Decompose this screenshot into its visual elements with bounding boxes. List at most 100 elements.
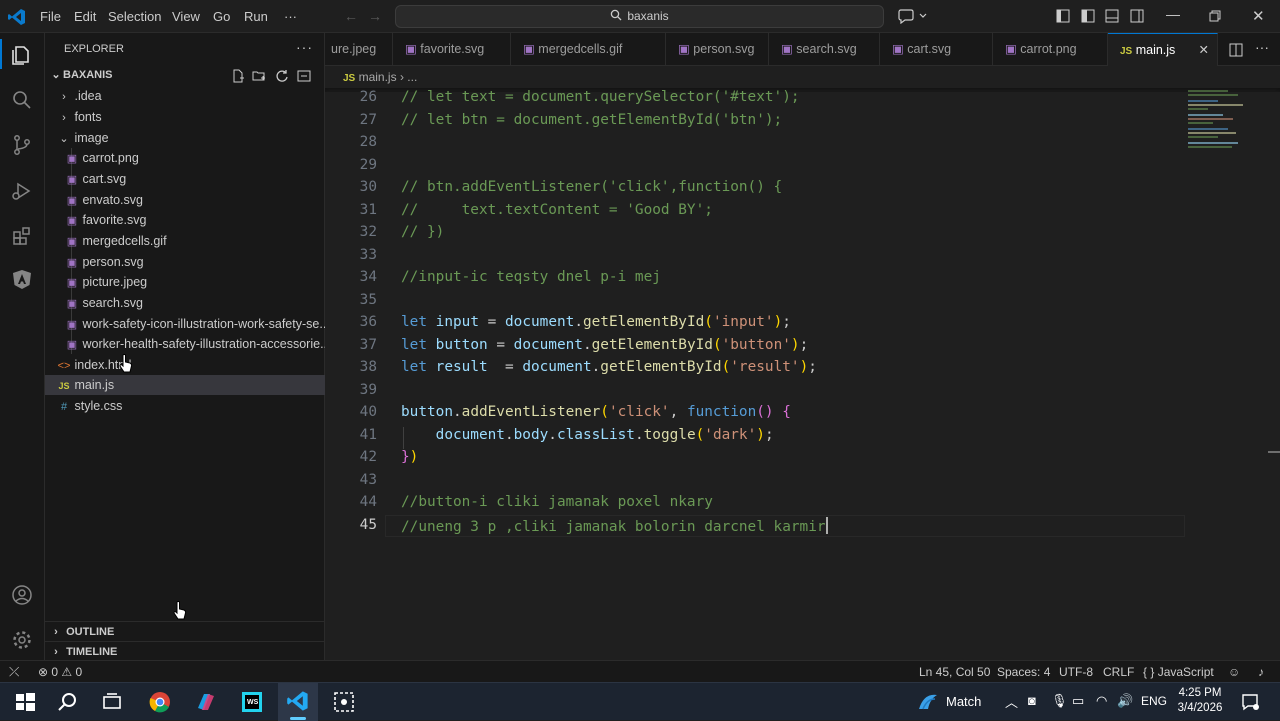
cursor-position[interactable]: Ln 45, Col 50 xyxy=(919,661,990,683)
tab-cart-svg[interactable]: ▣ cart.svg xyxy=(880,33,993,66)
windows-start-icon[interactable] xyxy=(11,688,39,716)
tab-person-svg[interactable]: ▣ person.svg xyxy=(666,33,769,66)
tree-folder-image[interactable]: ⌄ image xyxy=(45,128,325,148)
weather-widget-icon[interactable] xyxy=(916,691,940,713)
collapse-all-icon[interactable] xyxy=(297,69,311,83)
layout-icon[interactable] xyxy=(1056,9,1070,23)
settings-gear-icon[interactable] xyxy=(10,628,34,652)
code-line[interactable]: //button-i cliki jamanak poxel nkary xyxy=(401,494,713,510)
breadcrumb-file[interactable]: main.js xyxy=(359,70,397,84)
minimize-icon[interactable]: — xyxy=(1166,6,1180,22)
copilot-status-icon[interactable]: ☺ xyxy=(1228,661,1240,683)
vscode-logo-icon[interactable] xyxy=(7,7,27,27)
indentation[interactable]: Spaces: 4 xyxy=(997,661,1050,683)
run-debug-icon[interactable] xyxy=(10,179,34,203)
code-line[interactable]: let button = document.getElementById('bu… xyxy=(401,337,808,353)
explorer-icon[interactable] xyxy=(10,43,34,67)
source-control-icon[interactable] xyxy=(10,133,34,157)
camera-icon[interactable]: ◙ xyxy=(1028,693,1036,708)
extensions-icon[interactable] xyxy=(10,224,34,248)
outline-section[interactable]: › OUTLINE xyxy=(45,621,325,641)
battery-icon[interactable]: ▭ xyxy=(1072,693,1084,709)
tree-file-worker-health[interactable]: ▣ worker-health-safety-illustration-acce… xyxy=(45,334,325,354)
timeline-section[interactable]: › TIMELINE xyxy=(45,641,325,661)
task-view-icon[interactable] xyxy=(98,688,126,716)
tab-ure-jpeg[interactable]: ure.jpeg xyxy=(325,33,393,66)
notification-center-icon[interactable] xyxy=(1240,692,1260,712)
code-line[interactable]: // let text = document.querySelector('#t… xyxy=(401,89,800,105)
angular-icon[interactable] xyxy=(10,268,34,292)
tree-file-work-safety[interactable]: ▣ work-safety-icon-illustration-work-saf… xyxy=(45,314,325,334)
vscode-taskbar-active[interactable] xyxy=(278,683,318,721)
chrome-icon[interactable] xyxy=(146,688,174,716)
tree-file-favorite[interactable]: ▣ favorite.svg xyxy=(45,210,325,230)
tree-file-index-html[interactable]: <> index.html xyxy=(45,355,325,375)
menu-file[interactable]: File xyxy=(34,0,67,33)
wifi-icon[interactable]: ◠ xyxy=(1096,693,1107,709)
taskbar-search-icon[interactable] xyxy=(54,688,82,716)
tab-search-svg[interactable]: ▣ search.svg xyxy=(769,33,880,66)
tab-main-js[interactable]: JS main.js ✕ xyxy=(1108,33,1218,66)
code-line[interactable]: // btn.addEventListener('click',function… xyxy=(401,179,782,195)
tree-file-main-js[interactable]: JS main.js xyxy=(45,375,325,395)
microphone-icon[interactable]: 🎙 xyxy=(1051,693,1068,709)
refresh-icon[interactable] xyxy=(275,69,289,83)
tab-mergedcells-gif[interactable]: ▣ mergedcells.gif xyxy=(511,33,666,66)
tree-file-mergedcells[interactable]: ▣ mergedcells.gif xyxy=(45,231,325,251)
account-icon[interactable] xyxy=(10,583,34,607)
nav-forward-icon[interactable]: → xyxy=(368,8,382,24)
clock[interactable]: 4:25 PM 3/4/2026 xyxy=(1172,686,1228,716)
toggle-sidebar-icon[interactable] xyxy=(1081,9,1095,23)
code-line[interactable]: // let btn = document.getElementById('bt… xyxy=(401,112,782,128)
tree-file-search[interactable]: ▣ search.svg xyxy=(45,293,325,313)
search-view-icon[interactable] xyxy=(10,88,34,112)
weather-text[interactable]: Match xyxy=(946,694,981,709)
toggle-panel-icon[interactable] xyxy=(1105,9,1119,23)
tree-file-person[interactable]: ▣ person.svg xyxy=(45,252,325,272)
new-folder-icon[interactable] xyxy=(252,69,266,83)
tree-file-style-css[interactable]: # style.css xyxy=(45,396,325,416)
code-editor[interactable]: 26 27 28 29 30 31 32 33 34 35 36 37 38 39 40 41 42 43 44 45… xyxy=(325,88,1280,660)
copilot-app-icon[interactable] xyxy=(192,688,220,716)
notifications-bell-icon[interactable]: ♪ xyxy=(1258,661,1264,683)
line-ending[interactable]: CRLF xyxy=(1103,661,1134,683)
code-line[interactable]: //uneng 3 p ,cliki jamanak bolorin darcn… xyxy=(401,516,828,535)
encoding[interactable]: UTF-8 xyxy=(1059,661,1093,683)
tray-chevron-up-icon[interactable]: ︿ xyxy=(1005,692,1018,711)
tree-folder-fonts[interactable]: › fonts xyxy=(45,107,325,127)
close-tab-icon[interactable]: ✕ xyxy=(1199,34,1209,67)
menu-edit[interactable]: Edit xyxy=(68,0,102,33)
menu-go[interactable]: Go xyxy=(207,0,236,33)
tree-folder-idea[interactable]: › .idea xyxy=(45,86,325,106)
restore-icon[interactable] xyxy=(1209,10,1221,22)
new-file-icon[interactable] xyxy=(231,69,245,83)
code-line[interactable]: let input = document.getElementById('inp… xyxy=(401,314,791,330)
code-line[interactable]: let result = document.getElementById('re… xyxy=(401,359,817,375)
copilot-icon[interactable] xyxy=(897,8,929,24)
tree-file-cart[interactable]: ▣ cart.svg xyxy=(45,169,325,189)
menu-view[interactable]: View xyxy=(166,0,206,33)
volume-icon[interactable]: 🔊 xyxy=(1117,693,1133,709)
minimap[interactable] xyxy=(1188,88,1268,178)
code-line[interactable]: // text.textContent = 'Good BY'; xyxy=(401,202,713,218)
nav-back-icon[interactable]: ← xyxy=(344,8,358,24)
split-editor-icon[interactable] xyxy=(1229,43,1243,57)
close-window-icon[interactable]: ✕ xyxy=(1252,7,1265,25)
tree-file-envato[interactable]: ▣ envato.svg xyxy=(45,190,325,210)
webstorm-icon[interactable]: WS xyxy=(238,688,266,716)
tab-favorite-svg[interactable]: ▣ favorite.svg xyxy=(393,33,511,66)
menu-selection[interactable]: Selection xyxy=(102,0,167,33)
snipping-tool-icon[interactable] xyxy=(330,688,358,716)
code-line[interactable]: }) xyxy=(401,449,418,465)
command-center-search[interactable]: baxanis xyxy=(395,5,884,28)
code-line[interactable]: document.body.classList.toggle('dark'); xyxy=(401,427,774,443)
tree-file-carrot[interactable]: ▣ carrot.png xyxy=(45,148,325,168)
more-actions-icon[interactable]: ··· xyxy=(296,39,313,55)
code-line[interactable]: // }) xyxy=(401,224,444,240)
menu-more[interactable]: ··· xyxy=(278,0,303,33)
menu-run[interactable]: Run xyxy=(238,0,274,33)
breadcrumb-symbol[interactable]: ... xyxy=(407,70,417,84)
toggle-secondary-sidebar-icon[interactable] xyxy=(1130,9,1144,23)
editor-more-icon[interactable]: ··· xyxy=(1255,39,1269,55)
problems-indicator[interactable]: ⊗ 0 ⚠ 0 xyxy=(38,661,82,683)
